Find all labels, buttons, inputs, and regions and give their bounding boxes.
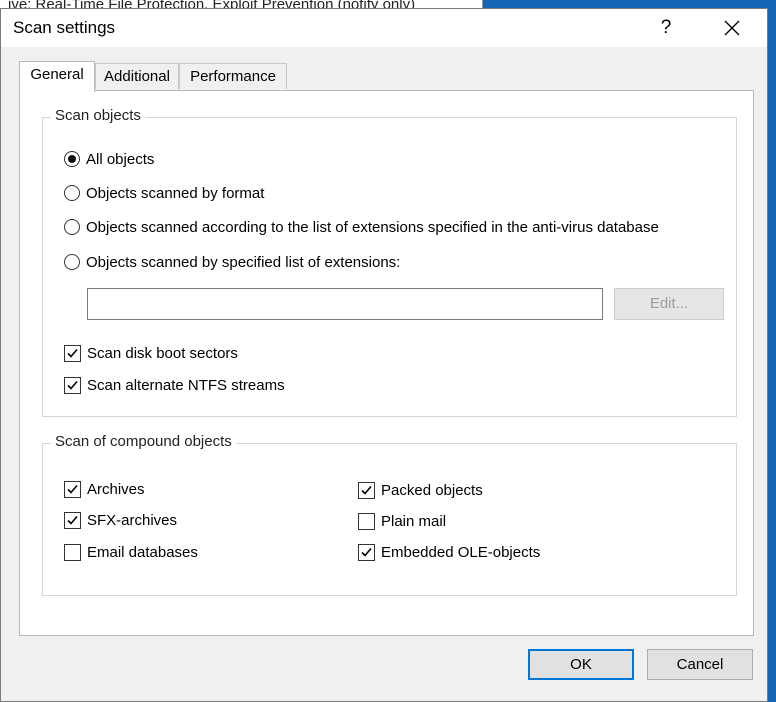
checkmark-icon	[67, 515, 78, 525]
checkbox-packed-objects[interactable]: Packed objects	[358, 479, 483, 501]
checkbox-label: Scan disk boot sectors	[87, 344, 238, 362]
checkbox-indicator[interactable]	[64, 511, 81, 529]
scan-settings-dialog: Scan settings ? General Additional Perfo…	[0, 8, 768, 702]
help-button[interactable]: ?	[653, 14, 679, 42]
tab-additional[interactable]: Additional	[95, 63, 179, 89]
scan-objects-legend: Scan objects	[51, 107, 145, 124]
radio-label: Objects scanned according to the list of…	[86, 218, 659, 236]
checkbox-email-databases[interactable]: Email databases	[64, 541, 198, 563]
compound-objects-legend: Scan of compound objects	[51, 433, 236, 450]
checkbox-scan-boot-sectors[interactable]: Scan disk boot sectors	[64, 342, 238, 364]
close-icon	[724, 20, 740, 36]
radio-indicator[interactable]	[64, 254, 80, 270]
radio-indicator[interactable]	[64, 151, 80, 167]
checkbox-plain-mail[interactable]: Plain mail	[358, 510, 446, 532]
radio-label: All objects	[86, 150, 155, 168]
tab-panel-general: Scan objects All objects Objects scanned…	[19, 90, 754, 636]
checkmark-icon	[361, 485, 372, 495]
checkbox-indicator[interactable]	[358, 481, 375, 499]
checkmark-icon	[67, 484, 78, 494]
checkbox-label: Archives	[87, 480, 145, 498]
checkbox-indicator[interactable]	[358, 543, 375, 561]
dialog-title: Scan settings	[13, 18, 116, 37]
edit-extensions-button[interactable]: Edit...	[614, 288, 724, 320]
checkbox-label: Embedded OLE-objects	[381, 543, 541, 561]
radio-by-database-extensions[interactable]: Objects scanned according to the list of…	[64, 216, 659, 238]
radio-by-specified-extensions[interactable]: Objects scanned by specified list of ext…	[64, 251, 400, 273]
checkbox-archives[interactable]: Archives	[64, 478, 145, 500]
cancel-button[interactable]: Cancel	[647, 649, 753, 680]
checkbox-label: Plain mail	[381, 512, 447, 530]
checkbox-label: Email databases	[87, 543, 198, 561]
checkbox-label: SFX-archives	[87, 511, 178, 529]
radio-indicator[interactable]	[64, 219, 80, 235]
checkmark-icon	[67, 380, 78, 390]
radio-label: Objects scanned by specified list of ext…	[86, 253, 401, 271]
extensions-input[interactable]	[87, 288, 603, 320]
tab-general[interactable]: General	[19, 61, 95, 92]
checkmark-icon	[67, 348, 78, 358]
checkbox-label: Scan alternate NTFS streams	[87, 376, 285, 394]
radio-all-objects[interactable]: All objects	[64, 148, 154, 170]
dialog-titlebar: Scan settings ?	[1, 9, 767, 47]
checkbox-indicator[interactable]	[64, 480, 81, 498]
radio-label: Objects scanned by format	[86, 184, 265, 202]
checkbox-indicator[interactable]	[64, 376, 81, 394]
checkbox-embedded-ole-objects[interactable]: Embedded OLE-objects	[358, 541, 540, 563]
radio-by-format[interactable]: Objects scanned by format	[64, 182, 264, 204]
checkbox-indicator[interactable]	[358, 512, 375, 530]
tab-performance[interactable]: Performance	[179, 63, 287, 89]
checkbox-scan-ntfs-streams[interactable]: Scan alternate NTFS streams	[64, 374, 285, 396]
checkbox-indicator[interactable]	[64, 344, 81, 362]
checkmark-icon	[361, 547, 372, 557]
checkbox-sfx-archives[interactable]: SFX-archives	[64, 509, 177, 531]
close-button[interactable]	[715, 14, 749, 42]
radio-indicator[interactable]	[64, 185, 80, 201]
ok-button[interactable]: OK	[528, 649, 634, 680]
checkbox-label: Packed objects	[381, 481, 483, 499]
compound-objects-group: Scan of compound objects Archives SFX-ar…	[42, 433, 737, 596]
scan-objects-group: Scan objects All objects Objects scanned…	[42, 107, 737, 417]
checkbox-indicator[interactable]	[64, 543, 81, 561]
